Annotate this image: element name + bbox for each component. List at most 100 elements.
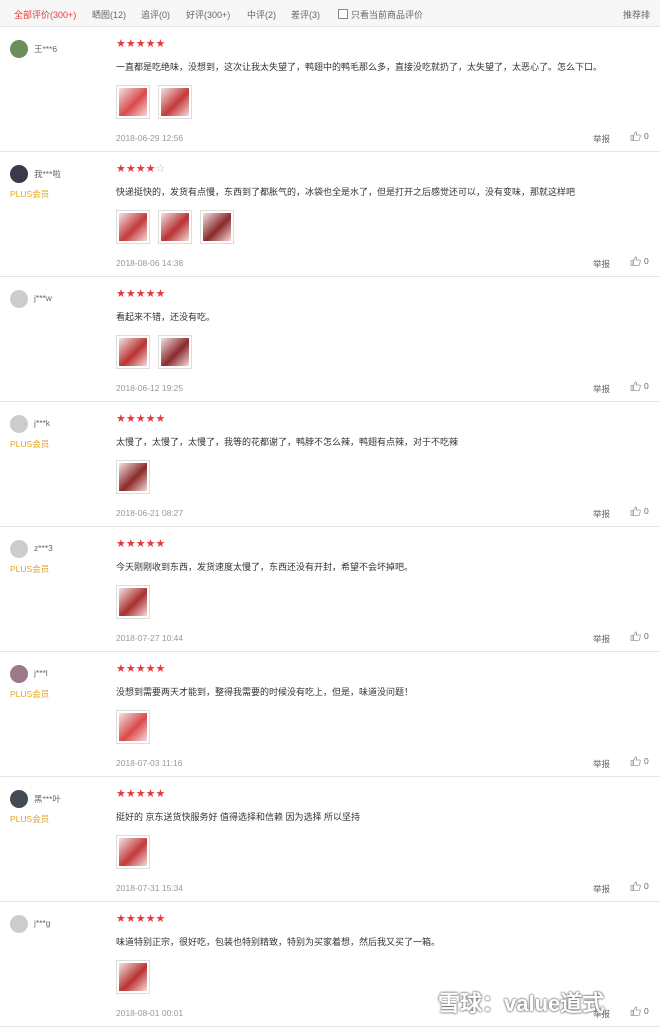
reviewer-name[interactable]: j***w: [34, 293, 52, 303]
tab-medium-reviews[interactable]: 中评(2): [247, 8, 276, 21]
report-link[interactable]: 举报: [593, 508, 610, 520]
star-filled-icon: ★: [116, 663, 126, 675]
star-filled-icon: ★: [116, 38, 126, 50]
review-date: 2018-06-29 12:56: [116, 133, 184, 143]
star-filled-icon: ★: [135, 38, 146, 50]
avatar[interactable]: [10, 415, 28, 433]
only-current-product-filter[interactable]: 只看当前商品评价: [338, 8, 423, 21]
review-photo-thumbnail[interactable]: [116, 835, 150, 869]
tab-good-reviews[interactable]: 好评(300+): [186, 8, 230, 21]
review-photos: [116, 210, 234, 244]
like-button[interactable]: 0: [630, 256, 649, 266]
like-button[interactable]: 0: [630, 506, 649, 516]
review-text: 快递挺快的，发货有点慢，东西到了都胀气的，冰袋也全是水了，但是打开之后感觉还可以…: [116, 187, 576, 197]
star-filled-icon: ★: [135, 663, 146, 675]
star-filled-icon: ★: [145, 788, 156, 800]
review-photo-thumbnail[interactable]: [116, 960, 150, 994]
rating-stars: ★★★★★: [116, 914, 165, 925]
report-link[interactable]: 举报: [593, 758, 610, 770]
star-filled-icon: ★: [135, 538, 146, 550]
reviewer-name[interactable]: j***l: [34, 668, 48, 678]
avatar[interactable]: [10, 165, 28, 183]
like-button[interactable]: 0: [630, 1006, 649, 1016]
like-count: 0: [644, 131, 649, 141]
review-photos: [116, 960, 150, 994]
review-date: 2018-07-31 15:34: [116, 883, 184, 893]
tab-followup-reviews[interactable]: 追评(0): [141, 8, 170, 21]
review-date: 2018-07-27 10:44: [116, 633, 184, 643]
review-text: 挺好的 京东送货快服务好 值得选择和信赖 因为选择 所以坚持: [116, 812, 361, 822]
avatar[interactable]: [10, 915, 28, 933]
only-current-checkbox[interactable]: [338, 9, 348, 19]
like-button[interactable]: 0: [630, 381, 649, 391]
review-text: 看起来不错，还没有吃。: [116, 312, 216, 322]
review-photo-thumbnail[interactable]: [158, 85, 192, 119]
report-link[interactable]: 举报: [593, 883, 610, 895]
star-filled-icon: ★: [116, 163, 126, 175]
star-filled-icon: ★: [145, 413, 156, 425]
star-filled-icon: ★: [125, 663, 136, 675]
report-link[interactable]: 举报: [593, 133, 610, 145]
review-photo-thumbnail[interactable]: [158, 335, 192, 369]
avatar[interactable]: [10, 290, 28, 308]
star-filled-icon: ★: [125, 788, 136, 800]
thumbs-up-icon: [630, 131, 641, 141]
review-photo-thumbnail[interactable]: [116, 585, 150, 619]
like-button[interactable]: 0: [630, 756, 649, 766]
star-filled-icon: ★: [135, 288, 146, 300]
plus-member-badge: PLUS会员: [10, 439, 50, 449]
star-filled-icon: ★: [125, 38, 136, 50]
reviewer-name[interactable]: 我***啦: [34, 168, 61, 180]
review-photo-thumbnail[interactable]: [116, 335, 150, 369]
tab-photo-reviews[interactable]: 晒图(12): [92, 8, 126, 21]
avatar[interactable]: [10, 540, 28, 558]
review-item: 我***啦 PLUS会员 ★★★★☆ 快递挺快的，发货有点慢，东西到了都胀气的，…: [0, 152, 660, 277]
avatar[interactable]: [10, 40, 28, 58]
review-photo-thumbnail[interactable]: [116, 210, 150, 244]
rating-stars: ★★★★★: [116, 39, 165, 50]
report-link[interactable]: 举报: [593, 633, 610, 645]
star-filled-icon: ★: [155, 788, 166, 800]
review-photo-thumbnail[interactable]: [116, 710, 150, 744]
review-item: j***w ★★★★★ 看起来不错，还没有吃。 2018-06-12 19:25…: [0, 277, 660, 402]
review-photo-thumbnail[interactable]: [158, 210, 192, 244]
review-date: 2018-08-06 14:38: [116, 258, 184, 268]
star-filled-icon: ★: [116, 288, 126, 300]
star-filled-icon: ★: [116, 913, 126, 925]
review-date: 2018-08-01 00:01: [116, 1008, 184, 1018]
sort-recommended[interactable]: 推荐排: [623, 8, 650, 21]
avatar[interactable]: [10, 790, 28, 808]
thumbs-up-icon: [630, 756, 641, 766]
star-filled-icon: ★: [135, 788, 146, 800]
review-photos: [116, 460, 150, 494]
reviewer-name[interactable]: 黑***叶: [34, 793, 61, 805]
reviewer-name[interactable]: j***k: [34, 418, 50, 428]
rating-stars: ★★★★★: [116, 539, 165, 550]
avatar[interactable]: [10, 665, 28, 683]
star-filled-icon: ★: [145, 663, 156, 675]
review-photo-thumbnail[interactable]: [116, 85, 150, 119]
review-photo-thumbnail[interactable]: [200, 210, 234, 244]
like-button[interactable]: 0: [630, 131, 649, 141]
like-count: 0: [644, 381, 649, 391]
like-button[interactable]: 0: [630, 631, 649, 641]
star-filled-icon: ★: [125, 913, 136, 925]
like-count: 0: [644, 756, 649, 766]
like-button[interactable]: 0: [630, 881, 649, 891]
star-filled-icon: ★: [125, 538, 136, 550]
plus-member-badge: PLUS会员: [10, 689, 50, 699]
tab-all-reviews[interactable]: 全部评价(300+): [14, 8, 76, 21]
report-link[interactable]: 举报: [593, 383, 610, 395]
rating-stars: ★★★★☆: [116, 164, 165, 175]
reviewer-name[interactable]: 王***6: [34, 43, 57, 55]
star-filled-icon: ★: [116, 788, 126, 800]
review-photo-thumbnail[interactable]: [116, 460, 150, 494]
star-empty-icon: ☆: [155, 163, 166, 175]
star-filled-icon: ★: [116, 538, 126, 550]
report-link[interactable]: 举报: [593, 258, 610, 270]
reviewer-name[interactable]: j***g: [34, 918, 51, 928]
tab-bad-reviews[interactable]: 差评(3): [291, 8, 320, 21]
star-filled-icon: ★: [135, 913, 146, 925]
review-date: 2018-06-21 08:27: [116, 508, 184, 518]
reviewer-name[interactable]: z***3: [34, 543, 53, 553]
